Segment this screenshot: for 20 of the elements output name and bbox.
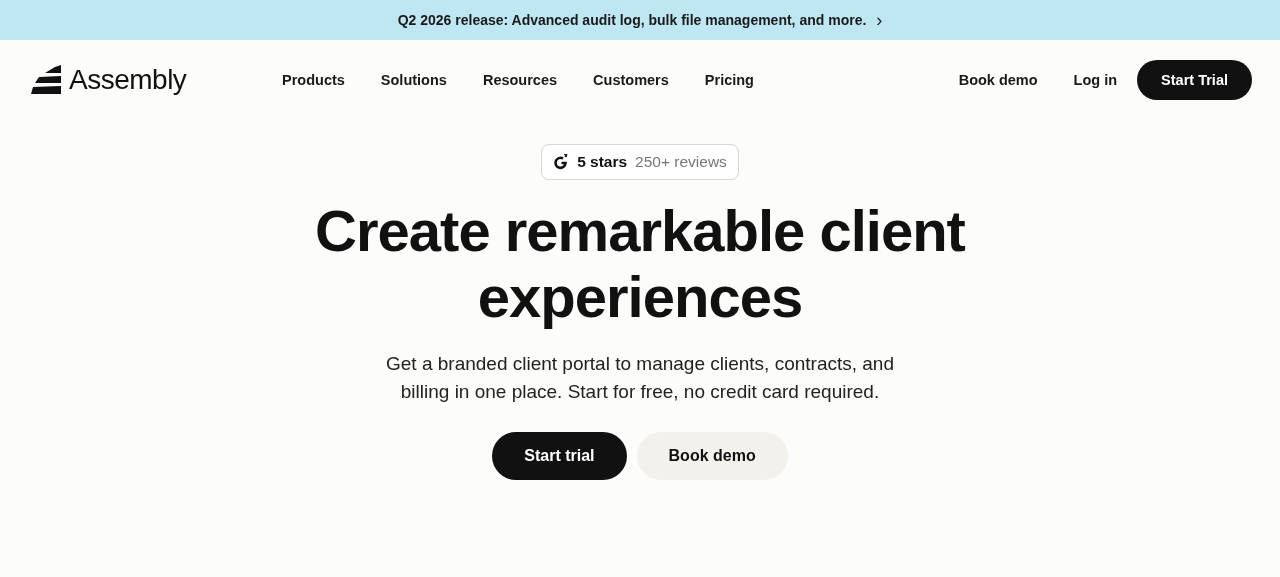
logo-text[interactable]: Assembly	[69, 64, 187, 96]
nav-link[interactable]: Pricing	[704, 72, 754, 88]
reviews-count: 250+ reviews	[635, 153, 727, 171]
logo-icon	[31, 65, 63, 95]
hero-subtitle: Get a branded client portal to manage clients, contracts, and billing in one place. Start for free, no credit card required.	[385, 352, 895, 404]
book-demo-button[interactable]: Book demo	[636, 432, 788, 480]
start-trial-button[interactable]: Start trial	[492, 432, 627, 480]
nav-link[interactable]: Resources	[482, 72, 558, 88]
nav-link[interactable]: Customers	[593, 72, 669, 88]
announcement-bar[interactable]: Q2 2026 release: Advanced audit log, bulk file management, and more. ›	[0, 0, 1280, 40]
start-trial-button[interactable]: Start Trial	[1137, 60, 1252, 100]
nav-link[interactable]: Solutions	[380, 72, 447, 88]
nav-link[interactable]: Log in	[1073, 72, 1118, 88]
nav-link[interactable]: Book demo	[958, 72, 1038, 88]
nav-link[interactable]: Products	[282, 72, 345, 88]
hero-title: Create remarkable client experiences	[314, 198, 966, 330]
stars-text: 5 stars	[577, 153, 628, 171]
announcement-text: Q2 2026 release: Advanced audit log, bulk file management, and more.	[397, 12, 867, 28]
chevron-icon: ›	[876, 9, 883, 31]
g2-icon	[553, 154, 570, 170]
